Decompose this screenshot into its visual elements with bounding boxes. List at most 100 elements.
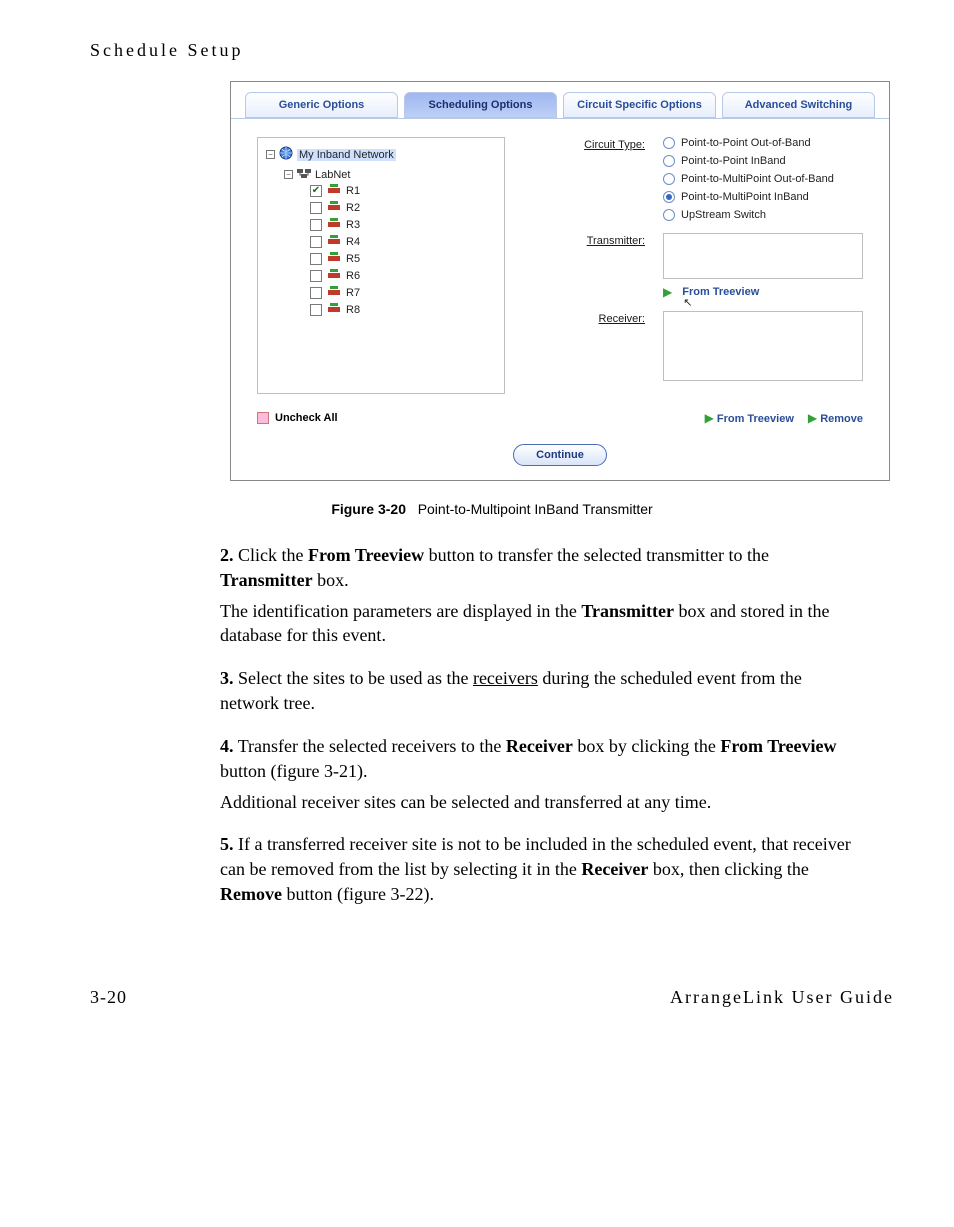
continue-button[interactable]: Continue: [513, 444, 607, 466]
device-icon: [327, 268, 341, 283]
tree-item-label: R3: [346, 219, 360, 231]
tab-circuit-specific-options[interactable]: Circuit Specific Options: [563, 92, 716, 118]
text: box by clicking the: [573, 736, 720, 756]
globe-icon: [279, 146, 293, 163]
text: Transfer the selected receivers to the: [238, 736, 506, 756]
bottom-row: Uncheck All ▶ From Treeview ▶ Remove: [231, 408, 889, 440]
radio-icon: [663, 137, 675, 149]
text-bold: Remove: [220, 884, 282, 904]
device-icon: [327, 200, 341, 215]
text: Additional receiver sites can be selecte…: [220, 790, 864, 815]
radio-icon: [663, 191, 675, 203]
device-icon: [327, 217, 341, 232]
tree-subnet[interactable]: − LabNet: [284, 167, 496, 182]
text: button to transfer the selected transmit…: [424, 545, 769, 565]
step-3: 3. Select the sites to be used as the re…: [220, 666, 864, 716]
text: button (figure 3-22).: [282, 884, 434, 904]
transmitter-label: Transmitter:: [535, 233, 645, 299]
radio-label: Point-to-Point Out-of-Band: [681, 137, 811, 149]
tab-advanced-switching[interactable]: Advanced Switching: [722, 92, 875, 118]
checkbox-icon[interactable]: [310, 304, 322, 316]
scheduling-dialog: Generic Options Scheduling Options Circu…: [230, 81, 890, 481]
radio-icon: [663, 173, 675, 185]
tree-item-label: R5: [346, 253, 360, 265]
tab-generic-options[interactable]: Generic Options: [245, 92, 398, 118]
collapse-icon[interactable]: −: [266, 150, 275, 159]
tree-item[interactable]: R4: [310, 233, 496, 250]
arrow-icon: ▶: [663, 285, 672, 299]
checkbox-icon[interactable]: [310, 202, 322, 214]
tree-item[interactable]: R3: [310, 216, 496, 233]
remove-label: Remove: [820, 413, 863, 425]
text-bold: Receiver: [581, 859, 648, 879]
circuit-type-group: Point-to-Point Out-of-Band Point-to-Poin…: [663, 137, 834, 221]
text-bold: Transmitter: [581, 601, 674, 621]
tree-item[interactable]: R2: [310, 199, 496, 216]
checkbox-icon[interactable]: [310, 236, 322, 248]
step-2: 2. Click the From Treeview button to tra…: [220, 543, 864, 648]
step-4: 4. Transfer the selected receivers to th…: [220, 734, 864, 814]
checkbox-icon[interactable]: [310, 270, 322, 282]
text: button (figure 3-21).: [220, 761, 367, 781]
instruction-list: 2. Click the From Treeview button to tra…: [220, 543, 864, 907]
from-treeview-link[interactable]: ▶ From Treeview: [705, 411, 794, 425]
text-bold: Receiver: [506, 736, 573, 756]
tree-item-label: R7: [346, 287, 360, 299]
figure-title: Point-to-Multipoint InBand Transmitter: [418, 501, 653, 517]
radio-pp-oob[interactable]: Point-to-Point Out-of-Band: [663, 137, 834, 149]
checkbox-icon[interactable]: [310, 253, 322, 265]
text: box.: [313, 570, 349, 590]
checkbox-icon[interactable]: [310, 219, 322, 231]
tree-root[interactable]: − My Inband Network: [266, 146, 496, 163]
transmitter-box[interactable]: [663, 233, 863, 279]
tab-scheduling-options[interactable]: Scheduling Options: [404, 92, 557, 118]
tree-root-label: My Inband Network: [297, 149, 396, 161]
device-icon: [327, 251, 341, 266]
figure-caption: Figure 3-20 Point-to-Multipoint InBand T…: [90, 501, 894, 517]
from-treeview-button[interactable]: From Treeview: [682, 286, 759, 298]
tree-item[interactable]: R6: [310, 267, 496, 284]
from-treeview-label: From Treeview: [717, 413, 794, 425]
tree-item[interactable]: ✔ R1: [310, 182, 496, 199]
page-footer: 3-20 ArrangeLink User Guide: [90, 987, 894, 1008]
right-pane: Circuit Type: Point-to-Point Out-of-Band…: [535, 137, 863, 394]
tree-item-label: R1: [346, 185, 360, 197]
radio-upstream[interactable]: UpStream Switch: [663, 209, 834, 221]
tree-item-label: R8: [346, 304, 360, 316]
remove-link[interactable]: ▶ Remove: [808, 411, 863, 425]
text-bold: From Treeview: [308, 545, 424, 565]
tree-item[interactable]: R8: [310, 301, 496, 318]
text-underline: receivers: [473, 668, 538, 688]
arrow-icon: ▶: [705, 411, 714, 425]
doc-title: ArrangeLink User Guide: [670, 987, 894, 1008]
page-header: Schedule Setup: [90, 40, 894, 61]
receiver-box[interactable]: [663, 311, 863, 381]
tree-item[interactable]: R5: [310, 250, 496, 267]
checkbox-icon[interactable]: [310, 287, 322, 299]
device-icon: [327, 302, 341, 317]
tab-row: Generic Options Scheduling Options Circu…: [231, 82, 889, 118]
text: box, then clicking the: [648, 859, 808, 879]
device-icon: [327, 234, 341, 249]
radio-label: Point-to-MultiPoint InBand: [681, 191, 809, 203]
radio-label: Point-to-Point InBand: [681, 155, 786, 167]
receiver-label: Receiver:: [535, 311, 645, 381]
text: Select the sites to be used as the: [238, 668, 473, 688]
tree-item[interactable]: R7: [310, 284, 496, 301]
text: Click the: [238, 545, 308, 565]
tree-item-label: R4: [346, 236, 360, 248]
text: The identification parameters are displa…: [220, 601, 581, 621]
collapse-icon[interactable]: −: [284, 170, 293, 179]
radio-pmp-ib[interactable]: Point-to-MultiPoint InBand: [663, 191, 834, 203]
radio-pmp-oob[interactable]: Point-to-MultiPoint Out-of-Band: [663, 173, 834, 185]
figure-label: Figure 3-20: [331, 501, 406, 517]
device-icon: [327, 285, 341, 300]
network-icon: [297, 167, 311, 182]
page-number: 3-20: [90, 987, 127, 1008]
uncheck-all-button[interactable]: Uncheck All: [275, 412, 338, 424]
checkbox-icon[interactable]: ✔: [310, 185, 322, 197]
panel-body: − My Inband Network − LabNet ✔ R1 R2 R3 R4 R5…: [231, 118, 889, 408]
network-tree[interactable]: − My Inband Network − LabNet ✔ R1 R2 R3 R4 R5…: [257, 137, 505, 394]
tree-item-label: R6: [346, 270, 360, 282]
radio-pp-ib[interactable]: Point-to-Point InBand: [663, 155, 834, 167]
